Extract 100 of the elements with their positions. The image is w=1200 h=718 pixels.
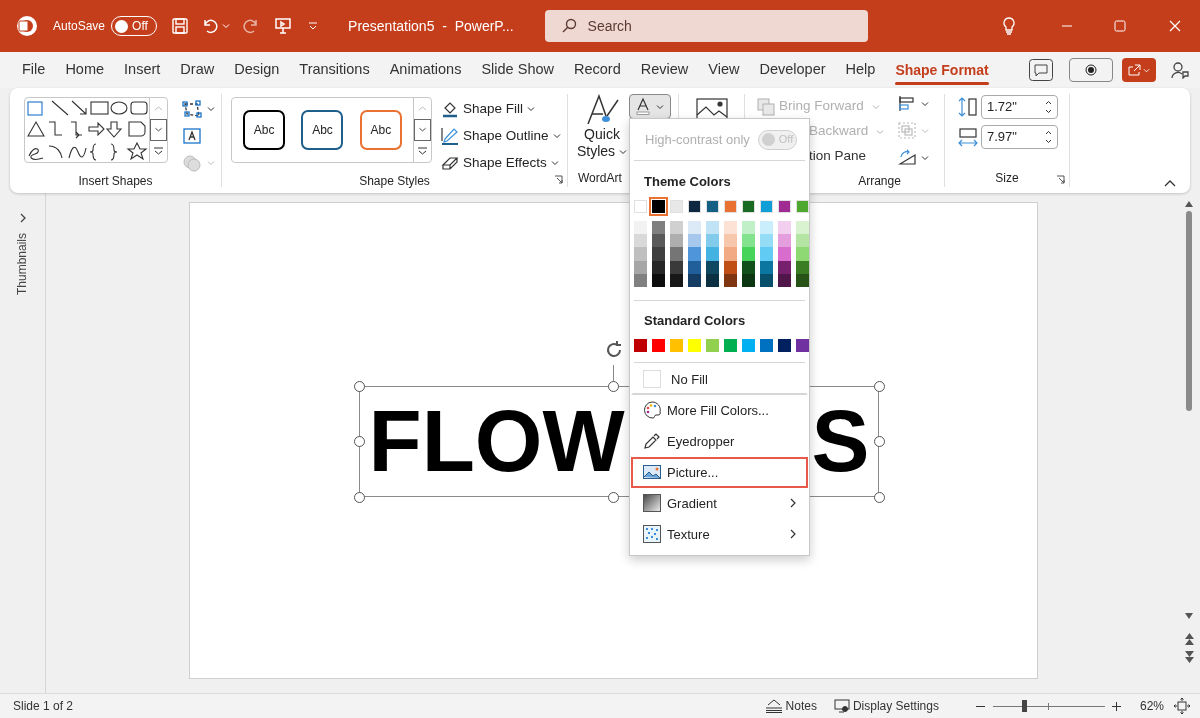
color-swatch[interactable] bbox=[742, 247, 755, 261]
next-slide-icon[interactable] bbox=[1185, 651, 1194, 663]
color-swatch[interactable] bbox=[706, 199, 719, 213]
menu-item[interactable]: Texture bbox=[631, 518, 808, 550]
menu-item[interactable]: More Fill Colors... bbox=[631, 394, 808, 426]
ribbon-tab[interactable]: Insert bbox=[114, 52, 171, 88]
color-swatch[interactable] bbox=[652, 338, 665, 352]
caret-icon[interactable] bbox=[207, 105, 215, 113]
resize-handle[interactable] bbox=[607, 381, 619, 392]
quick-styles-button[interactable]: Quick Styles bbox=[576, 94, 628, 160]
color-swatch[interactable] bbox=[724, 247, 737, 261]
color-swatch[interactable] bbox=[796, 199, 809, 213]
scroll-down-icon[interactable] bbox=[1185, 613, 1193, 619]
text-box-icon[interactable] bbox=[182, 127, 202, 145]
ribbon-tab[interactable]: Developer bbox=[749, 52, 836, 88]
color-swatch[interactable] bbox=[670, 247, 683, 261]
ribbon-tab[interactable]: Design bbox=[224, 52, 290, 88]
menu-item[interactable]: No Fill bbox=[631, 363, 808, 395]
color-swatch[interactable] bbox=[706, 247, 719, 261]
resize-handle[interactable] bbox=[353, 381, 365, 392]
rotate-icon[interactable] bbox=[898, 149, 916, 166]
color-swatch[interactable] bbox=[688, 220, 701, 234]
dialog-launcher-icon[interactable] bbox=[1056, 175, 1065, 184]
fit-slide-icon[interactable] bbox=[1174, 698, 1190, 714]
color-swatch[interactable] bbox=[706, 220, 719, 234]
color-swatch[interactable] bbox=[796, 274, 809, 288]
color-swatch[interactable] bbox=[724, 220, 737, 234]
color-swatch[interactable] bbox=[760, 199, 773, 213]
scrollbar-thumb[interactable] bbox=[1186, 211, 1192, 411]
close-icon[interactable] bbox=[1169, 20, 1181, 32]
color-swatch[interactable] bbox=[706, 338, 719, 352]
width-field[interactable]: 7.97" bbox=[981, 125, 1058, 149]
color-swatch[interactable] bbox=[688, 274, 701, 288]
customize-icon[interactable] bbox=[308, 21, 319, 31]
record-button[interactable] bbox=[1069, 58, 1113, 82]
ribbon-tab[interactable]: Draw bbox=[170, 52, 225, 88]
comments-icon[interactable] bbox=[1029, 59, 1053, 81]
ribbon-command[interactable]: Shape Outline bbox=[441, 125, 561, 147]
color-swatch[interactable] bbox=[652, 274, 665, 288]
ribbon-tab[interactable]: Help bbox=[835, 52, 886, 88]
person-icon[interactable] bbox=[1171, 61, 1189, 79]
ribbon-tab[interactable]: Home bbox=[55, 52, 115, 88]
color-swatch[interactable] bbox=[796, 220, 809, 234]
color-swatch[interactable] bbox=[634, 338, 647, 352]
color-swatch[interactable] bbox=[796, 247, 809, 261]
menu-item[interactable]: Picture... bbox=[631, 456, 808, 488]
resize-handle[interactable] bbox=[353, 436, 365, 447]
previous-slide-icon[interactable] bbox=[1185, 633, 1194, 645]
color-swatch[interactable] bbox=[742, 220, 755, 234]
color-swatch[interactable] bbox=[706, 274, 719, 288]
lightbulb-icon[interactable] bbox=[1001, 17, 1017, 35]
color-swatch[interactable] bbox=[796, 338, 809, 352]
expand-icon[interactable] bbox=[18, 213, 27, 223]
color-swatch[interactable] bbox=[760, 247, 773, 261]
resize-handle[interactable] bbox=[873, 381, 885, 392]
share-button[interactable] bbox=[1122, 58, 1156, 82]
style-preset[interactable]: Abc bbox=[359, 110, 402, 150]
save-icon[interactable] bbox=[171, 17, 190, 35]
align-icon[interactable] bbox=[898, 95, 916, 112]
color-swatch[interactable] bbox=[724, 338, 737, 352]
zoom-level[interactable]: 62% bbox=[1139, 697, 1164, 715]
resize-handle[interactable] bbox=[607, 492, 619, 503]
notes-button[interactable]: Notes bbox=[763, 697, 817, 715]
color-swatch[interactable] bbox=[670, 338, 683, 352]
color-swatch[interactable] bbox=[634, 247, 647, 261]
color-swatch[interactable] bbox=[760, 274, 773, 288]
presenter-icon[interactable] bbox=[274, 17, 293, 35]
color-swatch[interactable] bbox=[778, 247, 791, 261]
style-gallery[interactable]: Abc Abc Abc bbox=[231, 97, 432, 163]
scroll-up-icon[interactable] bbox=[1185, 201, 1193, 207]
ribbon-tab[interactable]: Slide Show bbox=[471, 52, 564, 88]
color-swatch[interactable] bbox=[724, 199, 737, 213]
color-swatch[interactable] bbox=[688, 338, 701, 352]
style-preset[interactable]: Abc bbox=[243, 110, 286, 150]
resize-handle[interactable] bbox=[353, 492, 365, 503]
display-settings-button[interactable]: Display Settings bbox=[833, 697, 939, 715]
text-fill-button[interactable] bbox=[629, 94, 671, 119]
ribbon-tab[interactable]: Transitions bbox=[289, 52, 380, 88]
shapes-gallery[interactable] bbox=[24, 97, 168, 163]
color-swatch[interactable] bbox=[652, 220, 665, 234]
color-swatch[interactable] bbox=[742, 338, 755, 352]
ribbon-tab[interactable]: Record bbox=[564, 52, 631, 88]
color-swatch[interactable] bbox=[652, 247, 665, 261]
menu-item[interactable]: Eyedropper bbox=[631, 425, 808, 457]
ribbon-tab[interactable]: File bbox=[12, 52, 56, 88]
color-swatch[interactable] bbox=[634, 220, 647, 234]
scroll-down-icon[interactable] bbox=[414, 119, 431, 141]
color-swatch[interactable] bbox=[670, 199, 683, 213]
caret-icon[interactable] bbox=[921, 99, 929, 108]
thumbnails-pane[interactable]: Thumbnails bbox=[0, 193, 45, 693]
color-swatch[interactable] bbox=[760, 220, 773, 234]
style-preset[interactable]: Abc bbox=[301, 110, 344, 150]
color-swatch[interactable] bbox=[760, 338, 773, 352]
height-field[interactable]: 1.72" bbox=[981, 95, 1058, 119]
color-swatch[interactable] bbox=[778, 199, 791, 213]
color-swatch[interactable] bbox=[634, 274, 647, 288]
zoom-slider-thumb[interactable] bbox=[1022, 700, 1028, 712]
color-swatch[interactable] bbox=[688, 247, 701, 261]
ribbon-tab[interactable]: Review bbox=[630, 52, 699, 88]
zoom-slider[interactable] bbox=[992, 699, 1105, 713]
